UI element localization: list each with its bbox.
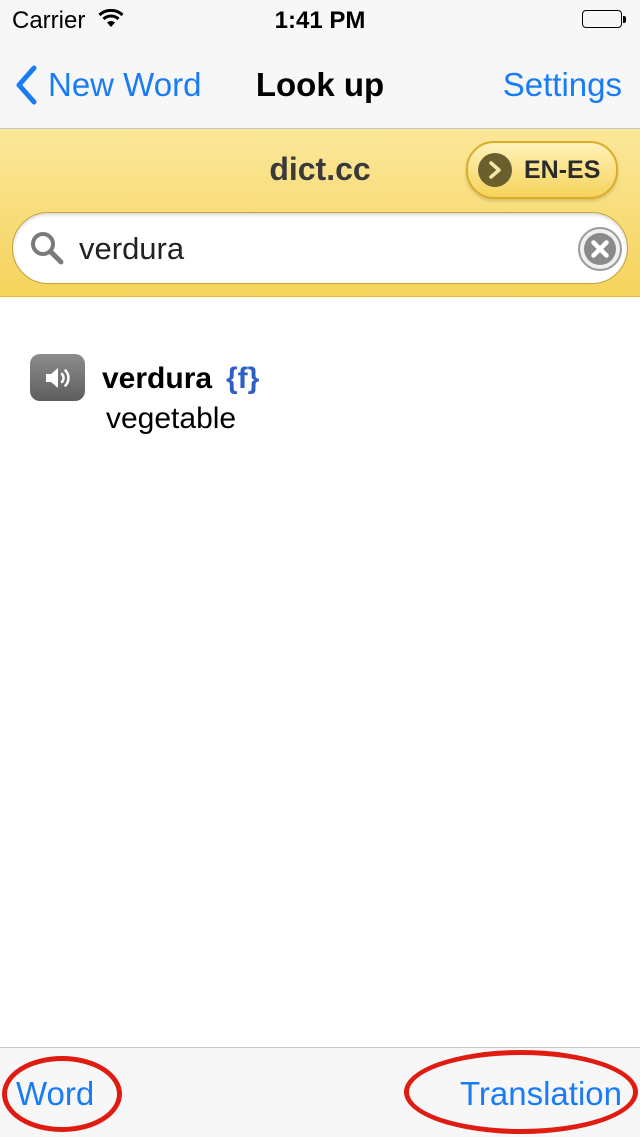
result-word: verdura [102,362,213,395]
language-pair-label: EN-ES [524,155,601,184]
bottom-toolbar: Word Translation [0,1047,640,1137]
result-translation: vegetable [106,402,237,435]
status-time: 1:41 PM [274,7,366,34]
battery-icon [582,10,628,30]
status-bar: Carrier 1:41 PM [0,0,640,40]
search-field[interactable] [12,212,628,284]
language-pair-button[interactable]: EN-ES [466,141,618,199]
speaker-icon[interactable] [30,354,85,401]
translation-annotation-circle [404,1050,638,1134]
result-gender: {f} [226,362,260,395]
dictionary-panel: dict.cc EN-ES [0,129,640,297]
navigation-bar: New Word Look up Settings [0,40,640,129]
search-input[interactable] [77,227,561,271]
search-icon [29,230,65,271]
chevron-right-icon [478,153,512,187]
clear-icon[interactable] [577,226,623,272]
result-list-item[interactable]: verdura {f} vegetable [0,330,640,450]
word-annotation-circle [2,1056,122,1132]
settings-button[interactable]: Settings [503,66,622,104]
